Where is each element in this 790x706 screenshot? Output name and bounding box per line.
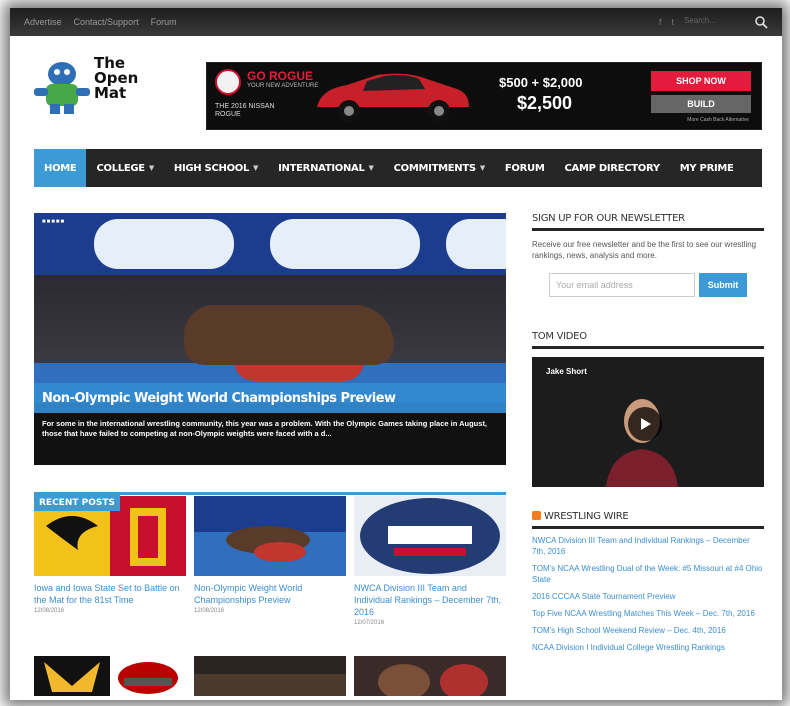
arena-screen [270,219,420,269]
nav-label: CAMP DIRECTORY [564,162,661,174]
wire-link[interactable]: NCAA Division I Individual College Wrest… [532,642,764,653]
nav-label: INTERNATIONAL [278,162,365,174]
topbar-link-contact[interactable]: Contact/Support [74,17,139,27]
topbar-link-advertise[interactable]: Advertise [24,17,62,27]
sidebar: SIGN UP FOR OUR NEWSLETTER Receive our f… [532,213,764,653]
submit-button[interactable]: Submit [699,273,747,297]
arena-screen [94,219,234,269]
team-photo-image [194,656,346,696]
mascot-logo-icon [34,62,90,114]
post-thumbnail[interactable] [354,496,506,576]
slider-dots[interactable]: ■■■■■ [42,219,65,225]
post-title[interactable]: NWCA Division III Team and Individual Ra… [354,582,506,618]
main-navigation: HOME COLLEGE ▼ HIGH SCHOOL ▼ INTERNATIONAL… [34,149,762,187]
featured-excerpt: For some in the international wrestling … [34,413,506,465]
browser-frame: Advertise Contact/Support Forum f t Sear… [10,8,782,700]
logo-line-3: Mat [94,84,127,102]
email-field[interactable]: Your email address [549,273,695,297]
ad-offer-total: $2,500 [517,93,573,113]
ad-fine-print: More Cash Back Alternative [687,117,749,123]
play-icon [641,418,651,430]
arena-screen [446,219,506,269]
post-title[interactable]: Non-Olympic Weight World Championships P… [194,582,346,606]
nissan-logo-icon [215,69,241,95]
wrestling-match-image [194,496,346,576]
car-image [317,73,469,122]
chevron-down-icon: ▼ [479,164,485,172]
post-thumbnail[interactable] [34,656,186,696]
newsletter-heading: SIGN UP FOR OUR NEWSLETTER [532,213,764,231]
twitter-icon[interactable]: t [671,17,674,27]
post-thumbnail[interactable] [354,656,506,696]
wire-link[interactable]: TOM's High School Weekend Review – Dec. … [532,625,764,636]
wire-link[interactable]: NWCA Division III Team and Individual Ra… [532,535,764,557]
search-icon[interactable] [754,15,768,29]
logo-wordmark: The Open Mat [94,56,138,101]
featured-slider[interactable]: ■■■■■ Non-Olympic Weight World Champions… [34,213,506,465]
post-card[interactable] [194,656,346,696]
rss-icon [532,511,541,520]
nav-item-forum[interactable]: FORUM [495,149,555,187]
post-thumbnail[interactable] [194,656,346,696]
nav-item-my-prime[interactable]: MY PRIME [670,149,744,187]
video-heading: TOM VIDEO [532,331,764,349]
missouri-ohio-state-logos-image [34,656,186,696]
featured-title[interactable]: Non-Olympic Weight World Championships P… [42,391,396,406]
build-button[interactable]: BUILD [651,95,751,113]
post-thumbnail[interactable] [194,496,346,576]
post-date: 12/08/2016 [34,608,65,614]
wrestling-wire-heading: WRESTLING WIRE [532,511,764,529]
featured-title-bar[interactable]: Non-Olympic Weight World Championships P… [34,383,506,413]
post-card[interactable] [34,656,186,696]
video-player[interactable]: Jake Short [532,357,764,487]
nav-label: FORUM [504,162,545,174]
nav-label: COMMITMENTS [393,162,476,174]
post-card[interactable]: NWCA Division III Team and Individual Ra… [354,496,506,626]
nav-item-home[interactable]: HOME [34,149,87,187]
nav-item-high-school[interactable]: HIGH SCHOOL ▼ [164,149,268,187]
nav-item-college[interactable]: COLLEGE ▼ [86,149,163,187]
nav-label: HIGH SCHOOL [173,162,250,174]
post-card[interactable] [354,656,506,696]
ad-headline: GO ROGUE [247,69,314,83]
nav-label: COLLEGE [96,162,145,174]
wire-link[interactable]: TOM's NCAA Wrestling Dual of the Week: #… [532,563,764,585]
advertisement-banner[interactable]: GO ROGUE YOUR NEW ADVENTURE THE 2016 NIS… [206,62,762,130]
wrestlers-photo-image [354,656,506,696]
wire-heading-label: WRESTLING WIRE [544,511,629,522]
facebook-icon[interactable]: f [659,17,662,27]
ad-model-name: THE 2016 NISSAN ROGUE [215,103,275,118]
nav-item-commitments[interactable]: COMMITMENTS ▼ [384,149,495,187]
topbar-link-forum[interactable]: Forum [151,17,177,27]
video-title: Jake Short [546,367,587,376]
site-header: The Open Mat GO ROGUE YOUR NEW ADVENTURE… [10,36,782,136]
nav-item-international[interactable]: INTERNATIONAL ▼ [268,149,384,187]
newsletter-description: Receive our free newsletter and be the f… [532,240,757,260]
post-title[interactable]: Iowa and Iowa State Set to Battle on the… [34,582,186,606]
shop-now-button[interactable]: SHOP NOW [651,71,751,91]
site-logo[interactable]: The Open Mat [32,56,162,126]
newsletter-form: Your email address Submit [532,273,764,297]
ad-offer-line: $500 + $2,000 [499,75,583,90]
wrestler-image [184,305,394,365]
post-card[interactable]: Iowa and Iowa State Set to Battle on the… [34,496,186,614]
chevron-down-icon: ▼ [253,164,259,172]
post-date: 12/07/2016 [354,620,385,626]
nav-label: HOME [44,162,77,174]
nav-label: MY PRIME [679,162,734,174]
post-card[interactable]: Non-Olympic Weight World Championships P… [194,496,346,614]
recent-posts-label: RECENT POSTS [34,495,120,511]
nav-item-camp-directory[interactable]: CAMP DIRECTORY [555,149,670,187]
chevron-down-icon: ▼ [368,164,374,172]
wire-link[interactable]: Top Five NCAA Wrestling Matches This Wee… [532,608,764,619]
play-button[interactable] [628,407,662,441]
chevron-down-icon: ▼ [148,164,154,172]
wire-link[interactable]: 2016 CCCAA State Tournament Preview [532,591,764,602]
rankings-graphic-image [354,496,506,576]
search-input[interactable]: Search... [684,16,744,28]
top-bar: Advertise Contact/Support Forum f t Sear… [10,8,782,36]
arena-banner [34,213,506,275]
post-date: 12/08/2016 [194,608,225,614]
